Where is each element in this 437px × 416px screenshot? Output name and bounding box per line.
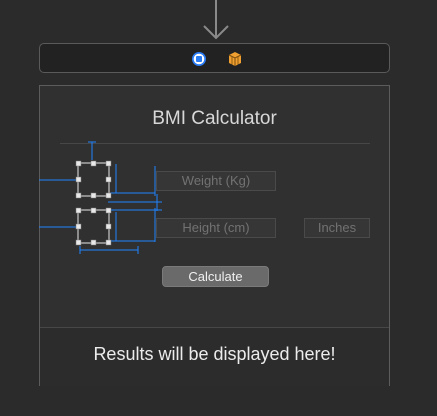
first-responder-icon[interactable] <box>227 51 243 67</box>
results-label: Results will be displayed here! <box>93 344 336 364</box>
resize-handle[interactable] <box>90 192 97 199</box>
resize-handle[interactable] <box>105 160 112 167</box>
view-controller-icon[interactable] <box>191 51 207 67</box>
resize-handle[interactable] <box>75 223 82 230</box>
inches-field[interactable]: Inches <box>304 218 370 238</box>
results-panel: Results will be displayed here! <box>40 327 389 386</box>
resize-handle[interactable] <box>105 192 112 199</box>
resize-handle[interactable] <box>75 207 82 214</box>
calculate-button[interactable]: Calculate <box>162 266 269 287</box>
resize-handle[interactable] <box>90 239 97 246</box>
resize-handle[interactable] <box>75 239 82 246</box>
resize-handle[interactable] <box>105 176 112 183</box>
resize-handle[interactable] <box>75 176 82 183</box>
height-field[interactable]: Height (cm) <box>156 218 276 238</box>
entry-point-arrow <box>203 0 229 40</box>
app-title: BMI Calculator <box>152 108 277 129</box>
title-divider <box>60 143 370 144</box>
view-controller-canvas: BMI Calculator Weight (Kg) Height (cm) I… <box>39 85 390 386</box>
resize-handle[interactable] <box>75 192 82 199</box>
resize-handle[interactable] <box>105 223 112 230</box>
resize-handle[interactable] <box>90 207 97 214</box>
weight-field[interactable]: Weight (Kg) <box>156 171 276 191</box>
resize-handle[interactable] <box>105 239 112 246</box>
resize-handle[interactable] <box>90 160 97 167</box>
resize-handle[interactable] <box>105 207 112 214</box>
resize-handle[interactable] <box>75 160 82 167</box>
scene-dock <box>39 43 390 73</box>
